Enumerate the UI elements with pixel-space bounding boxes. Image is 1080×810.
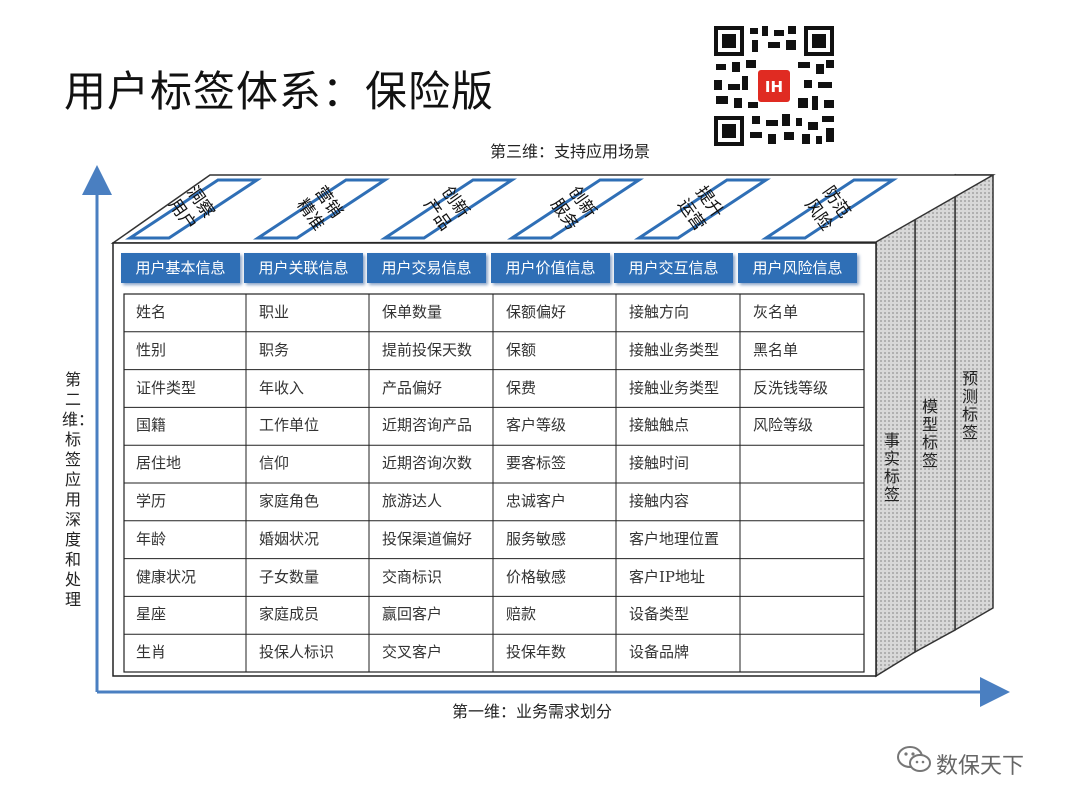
tag-cell: 投保渠道偏好 <box>382 529 473 548</box>
tag-cell: 要客标签 <box>506 454 567 473</box>
tag-cell: 交商标识 <box>382 567 443 586</box>
tag-cell <box>741 521 862 558</box>
tag-cell <box>741 483 862 520</box>
category-header: 用户交易信息 <box>367 253 486 283</box>
tag-layer-fact: 事实标签 <box>883 431 900 504</box>
tag-cell: 设备品牌 <box>629 643 690 662</box>
tag-cell <box>741 445 862 482</box>
tag-cell: 提前投保天数 <box>382 340 473 359</box>
tag-cell: 价格敏感 <box>506 567 567 586</box>
tag-cell <box>741 559 862 596</box>
category-header: 用户风险信息 <box>738 253 857 283</box>
tag-cell: 国籍 <box>136 416 167 435</box>
tag-cell: 投保人标识 <box>259 643 335 662</box>
tag-cell: 黑名单 <box>753 340 799 359</box>
tag-cell: 客户地理位置 <box>629 529 720 548</box>
tag-cell: 职务 <box>259 340 290 359</box>
tag-cell: 赔款 <box>506 605 537 624</box>
tag-cell: 近期咨询次数 <box>382 454 473 473</box>
tag-cell: 保额偏好 <box>506 303 567 321</box>
tag-cell: 居住地 <box>136 454 182 473</box>
wechat-icon <box>897 746 931 772</box>
tag-cell: 证件类型 <box>136 378 197 397</box>
tag-cell: 学历 <box>136 492 167 510</box>
tag-cell: 工作单位 <box>259 416 320 435</box>
tag-cell: 接触时间 <box>629 454 690 473</box>
watermark: 数保天下 <box>936 754 1025 779</box>
tag-cell: 保额 <box>506 340 537 359</box>
tag-cell: 保单数量 <box>382 303 443 321</box>
tag-cell: 接触业务类型 <box>629 378 720 397</box>
tag-cell <box>741 596 862 633</box>
category-header: 用户交互信息 <box>614 253 733 283</box>
tag-cell: 健康状况 <box>136 567 197 586</box>
tag-cell: 家庭角色 <box>259 492 320 510</box>
tag-layer-model: 模型标签 <box>921 397 938 470</box>
tag-cell: 接触内容 <box>629 492 690 510</box>
tag-cell <box>741 634 862 671</box>
tag-cell: 反洗钱等级 <box>753 378 829 397</box>
tag-cell: 年收入 <box>259 378 305 397</box>
tag-cell: 保费 <box>506 378 537 397</box>
tag-cell: 家庭成员 <box>259 605 320 624</box>
category-header: 用户关联信息 <box>244 253 363 283</box>
tag-cell: 客户IP地址 <box>629 567 706 586</box>
tag-cell: 赢回客户 <box>382 605 443 624</box>
category-header: 用户价值信息 <box>491 253 610 283</box>
tag-cell: 婚姻状况 <box>259 529 320 548</box>
tag-cell: 忠诚客户 <box>506 492 567 510</box>
tag-cell: 接触业务类型 <box>629 340 720 359</box>
tag-cell: 接触方向 <box>629 303 690 321</box>
tag-cell: 客户等级 <box>506 416 567 435</box>
tag-cell: 性别 <box>136 340 167 359</box>
tag-cell: 产品偏好 <box>382 378 443 397</box>
tag-cell: 交叉客户 <box>382 643 443 662</box>
tag-cell: 服务敏感 <box>506 529 567 548</box>
tag-cell: 风险等级 <box>753 416 814 435</box>
tag-cell: 灰名单 <box>753 303 799 321</box>
tag-cell: 年龄 <box>136 529 167 548</box>
tag-cell: 接触触点 <box>629 416 690 435</box>
tag-cell: 星座 <box>136 605 167 624</box>
tag-cell: 子女数量 <box>259 567 320 586</box>
tag-cell: 近期咨询产品 <box>382 416 473 435</box>
tag-cell: 职业 <box>259 303 290 321</box>
tag-cell: 信仰 <box>259 454 290 473</box>
tag-cell: 生肖 <box>136 643 167 662</box>
category-header: 用户基本信息 <box>121 253 240 283</box>
tag-cell: 设备类型 <box>629 605 690 624</box>
tag-cell: 姓名 <box>136 303 167 321</box>
tag-layer-predict: 预测标签 <box>961 369 978 442</box>
tag-cell: 旅游达人 <box>382 492 443 510</box>
tag-cell: 投保年数 <box>506 643 567 662</box>
